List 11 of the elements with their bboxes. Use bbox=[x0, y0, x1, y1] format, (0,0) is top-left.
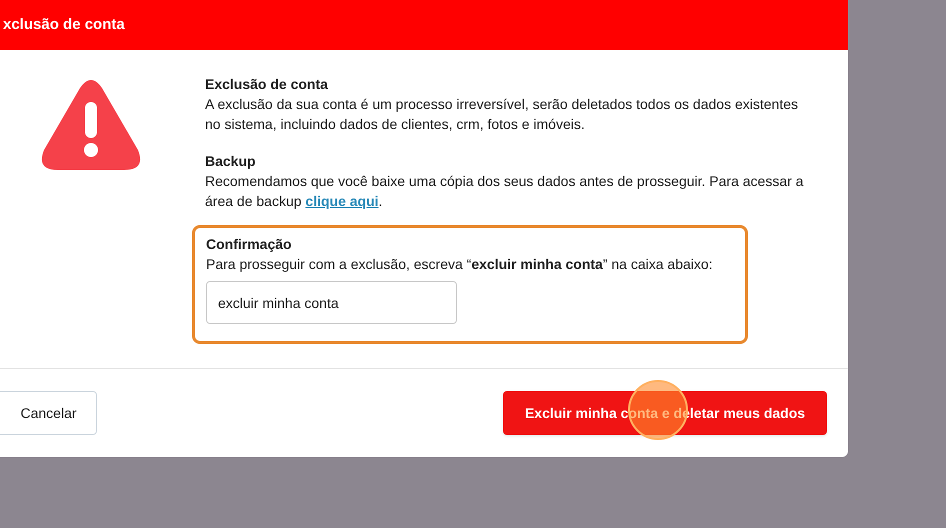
instruction-text: Para prosseguir com a exclusão, escreva “excluir minha conta” na caixa abaixo: bbox=[206, 255, 714, 274]
dialog-title: xclusão de conta bbox=[2, 14, 125, 35]
section-text: Recomendamos que você baixe uma cópia dos seus dados antes de prosseguir. Para acessar a área de backup clique aqui. bbox=[205, 172, 804, 211]
confirmation-input[interactable]: excluir minha conta bbox=[206, 281, 457, 324]
cancel-button[interactable]: Cancelar bbox=[0, 391, 97, 435]
section-text: A exclusão da sua conta é um processo irreversível, serão deletados todos os dados existentes no sistema, incluindo dados de clientes, crm, fotos e imóveis. bbox=[205, 95, 800, 134]
backup-link[interactable]: clique aqui bbox=[305, 193, 379, 209]
section-heading: Backup bbox=[205, 152, 257, 171]
section-heading: Exclusão de conta bbox=[205, 75, 329, 94]
warning-icon bbox=[40, 78, 142, 172]
section-heading: Confirmação bbox=[206, 235, 293, 254]
